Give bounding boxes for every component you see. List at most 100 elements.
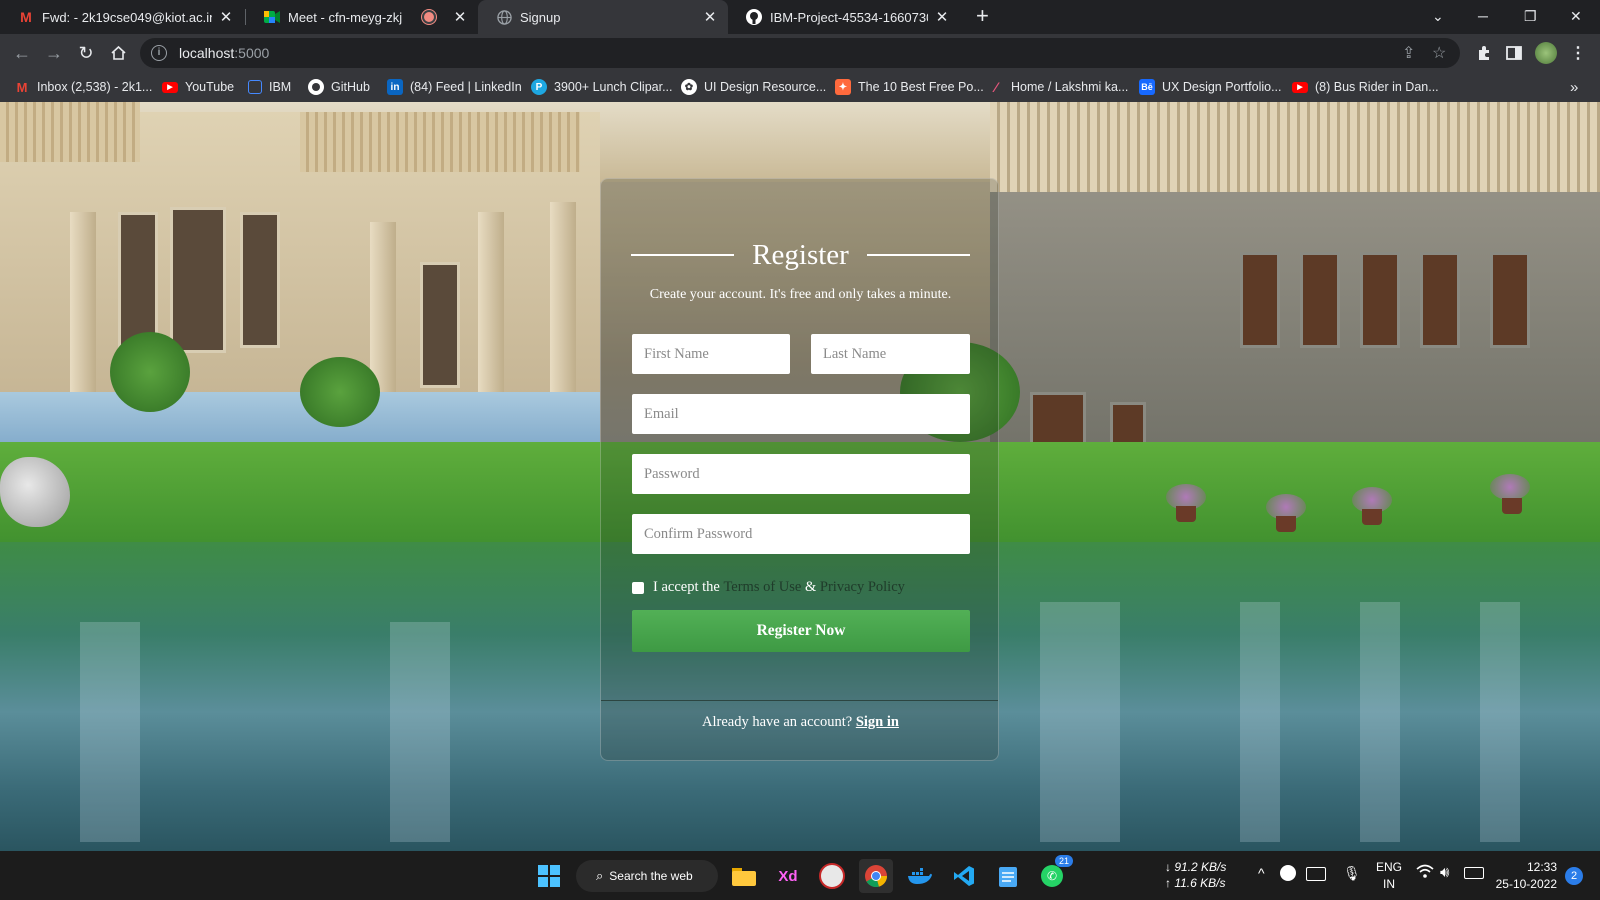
terms-ampersand: &	[805, 579, 817, 595]
notification-badge[interactable]: 2	[1565, 867, 1583, 885]
tab-meet[interactable]: Meet - cfn-meyg-zkj ✕	[246, 0, 478, 34]
wifi-icon[interactable]	[1416, 864, 1434, 882]
confirm-password-field[interactable]	[632, 514, 970, 554]
download-arrow-icon: ↓	[1165, 860, 1171, 874]
clock[interactable]: 12:33 25-10-2022	[1495, 859, 1557, 893]
register-subtitle: Create your account. It's free and only …	[649, 287, 952, 302]
windows-start-icon[interactable]	[532, 859, 566, 893]
taskbar-search[interactable]: ⌕ Search the web	[576, 860, 718, 892]
title-divider-left	[631, 254, 735, 256]
new-tab-button[interactable]: +	[976, 5, 989, 27]
terms-row: I accept the Terms of Use & Privacy Poli…	[632, 579, 905, 596]
gmail-icon: M	[20, 9, 32, 25]
youtube-icon: ▶	[1292, 81, 1308, 93]
terms-checkbox[interactable]	[632, 581, 644, 594]
behance-icon: Bē	[1139, 79, 1155, 95]
signin-row: Already have an account? Sign in	[601, 714, 1000, 731]
signin-prefix: Already have an account?	[702, 714, 853, 730]
windows-taskbar: ⌕ Search the web Xd ✆ 21 ↓ 91.2 KB/s ↑ 1…	[0, 851, 1600, 900]
restore-button[interactable]: ❐	[1524, 0, 1537, 32]
gmail-icon: M	[16, 79, 28, 95]
microphone-icon[interactable]: 🎙︎	[1343, 865, 1361, 882]
meet-icon	[264, 9, 280, 25]
register-title: Register	[752, 238, 849, 271]
url-host: localhost	[179, 45, 235, 61]
whatsapp-badge: 21	[1055, 855, 1074, 867]
tab-github[interactable]: IBM-Project-45534-1660730823/ ✕	[728, 0, 960, 34]
app-circle-icon[interactable]	[815, 859, 849, 893]
tray-overflow-icon[interactable]: ^	[1258, 865, 1265, 881]
bookmark-ibm[interactable]: IBM	[248, 72, 291, 102]
bookmark-youtube[interactable]: ▶ YouTube	[162, 72, 234, 102]
tab-signup[interactable]: Signup ✕	[478, 0, 728, 34]
back-button[interactable]: ←	[8, 39, 36, 67]
adobe-xd-icon[interactable]: Xd	[771, 859, 805, 893]
bookmark-lakshmi[interactable]: ⁄ Home / Lakshmi ka...	[988, 72, 1129, 102]
notepad-icon[interactable]	[991, 859, 1025, 893]
tab-gmail[interactable]: M Fwd: - 2k19cse049@kiot.ac.in - K ✕	[0, 0, 244, 34]
home-button[interactable]	[104, 39, 132, 67]
github-icon	[308, 79, 324, 95]
design-icon: ✿	[681, 79, 697, 95]
docker-icon[interactable]	[903, 859, 937, 893]
keyboard-icon[interactable]	[1306, 867, 1326, 881]
first-name-field[interactable]	[632, 334, 790, 374]
bookmark-ui-design[interactable]: ✿ UI Design Resource...	[681, 72, 826, 102]
chrome-icon[interactable]	[859, 859, 893, 893]
volume-icon[interactable]: 🔊︎	[1440, 864, 1449, 881]
bookmark-star-icon[interactable]: ☆	[1432, 38, 1446, 68]
side-panel-icon[interactable]	[1500, 39, 1528, 67]
bookmark-linkedin[interactable]: in (84) Feed | LinkedIn	[387, 72, 522, 102]
close-icon[interactable]: ✕	[452, 8, 468, 26]
search-icon: ⌕	[596, 868, 604, 883]
upload-arrow-icon: ↑	[1165, 876, 1171, 890]
tab-strip: M Fwd: - 2k19cse049@kiot.ac.in - K ✕ Mee…	[0, 0, 1600, 34]
close-window-button[interactable]: ✕	[1570, 0, 1582, 32]
terms-of-use-link[interactable]: Terms of Use	[723, 579, 801, 596]
last-name-field[interactable]	[811, 334, 970, 374]
ibm-icon	[248, 80, 262, 94]
sign-in-link[interactable]: Sign in	[856, 714, 899, 730]
youtube-icon: ▶	[162, 81, 178, 93]
bookmark-inbox[interactable]: M Inbox (2,538) - 2k1...	[14, 72, 153, 102]
bookmarks-overflow-icon[interactable]: »	[1570, 72, 1578, 102]
file-explorer-icon[interactable]	[727, 859, 761, 893]
feather-icon: ⁄	[994, 79, 998, 95]
clipart-icon: P	[531, 79, 547, 95]
bookmark-best-free[interactable]: ✦ The 10 Best Free Po...	[835, 72, 984, 102]
article-icon: ✦	[835, 79, 851, 95]
extensions-icon[interactable]	[1470, 39, 1498, 67]
battery-icon[interactable]	[1464, 867, 1484, 879]
menu-kebab-icon[interactable]: ⋮	[1564, 39, 1592, 67]
language-indicator[interactable]: ENG IN	[1376, 859, 1402, 893]
bookmarks-bar: M Inbox (2,538) - 2k1... ▶ YouTube IBM G…	[0, 72, 1600, 103]
profile-avatar[interactable]	[1532, 39, 1560, 67]
page-background: Register Create your account. It's free …	[0, 102, 1600, 851]
card-divider	[601, 700, 998, 701]
close-icon[interactable]: ✕	[934, 8, 950, 26]
bookmark-github[interactable]: GitHub	[308, 72, 370, 102]
password-field[interactable]	[632, 454, 970, 494]
address-bar[interactable]: i localhost:5000 ⇪ ☆	[140, 38, 1460, 68]
email-field[interactable]	[632, 394, 970, 434]
vscode-icon[interactable]	[947, 859, 981, 893]
register-now-button[interactable]: Register Now	[632, 610, 970, 652]
privacy-policy-link[interactable]: Privacy Policy	[820, 579, 905, 596]
tab-search-icon[interactable]: ⌄	[1432, 0, 1444, 32]
terms-prefix: I accept the	[653, 579, 720, 595]
close-icon[interactable]: ✕	[702, 8, 718, 26]
activity-icon[interactable]	[1280, 865, 1296, 881]
reload-button[interactable]: ↻	[72, 39, 100, 67]
linkedin-icon: in	[387, 79, 403, 95]
share-icon[interactable]: ⇪	[1402, 38, 1415, 68]
bookmark-clipart[interactable]: P 3900+ Lunch Clipar...	[531, 72, 673, 102]
title-divider-right	[866, 254, 970, 256]
recording-icon	[422, 10, 436, 24]
bookmark-ux-portfolio[interactable]: Bē UX Design Portfolio...	[1139, 72, 1282, 102]
close-icon[interactable]: ✕	[218, 8, 234, 26]
site-info-icon[interactable]: i	[151, 45, 167, 61]
forward-button[interactable]: →	[40, 39, 68, 67]
whatsapp-icon[interactable]: ✆ 21	[1035, 855, 1074, 893]
minimize-button[interactable]: ─	[1478, 0, 1488, 32]
bookmark-bus-rider[interactable]: ▶ (8) Bus Rider in Dan...	[1292, 72, 1439, 102]
